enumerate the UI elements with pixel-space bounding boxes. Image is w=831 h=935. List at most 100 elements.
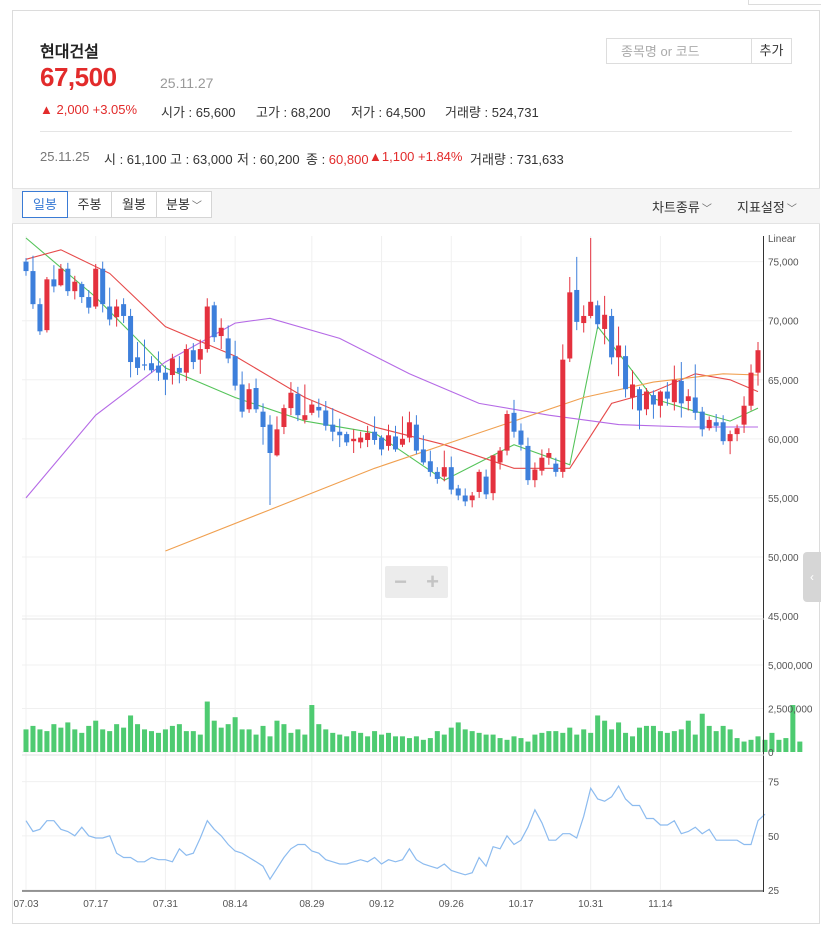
volume-bar: [483, 734, 489, 752]
candle-body: [483, 476, 489, 495]
volume-bar: [595, 715, 601, 752]
volume-bar: [685, 720, 691, 752]
volume-bar: [720, 725, 726, 752]
candle-body: [476, 471, 482, 492]
candle-body: [260, 411, 266, 427]
candle-body: [532, 469, 538, 481]
candle-body: [413, 424, 419, 451]
volume-tick-label: 2,500,000: [768, 705, 813, 716]
candle-body: [302, 415, 308, 420]
candle-body: [588, 301, 594, 316]
candle-body: [162, 372, 168, 380]
candle-body: [218, 327, 224, 337]
candle-body: [616, 345, 622, 358]
volume-bar: [748, 739, 754, 752]
volume-bar: [260, 725, 266, 752]
volume-bar: [323, 729, 329, 752]
volume-bar: [609, 729, 615, 752]
volume-bar: [204, 701, 210, 752]
volume-bar: [581, 729, 587, 752]
candle-body: [239, 384, 245, 412]
panel-toggle-button[interactable]: ‹: [803, 552, 821, 602]
volume-bar: [253, 734, 259, 752]
x-tick-label: 08.14: [223, 899, 248, 910]
candle-body: [546, 452, 552, 458]
volume-bar: [37, 729, 43, 752]
candle-body: [692, 397, 698, 413]
x-tick-label: 09.12: [369, 899, 394, 910]
candle-body: [323, 410, 329, 426]
volume-bar: [135, 724, 141, 752]
volume-bar: [183, 731, 189, 752]
volume-bar: [51, 724, 57, 752]
candle-body: [699, 411, 705, 430]
volume-bar: [650, 725, 656, 752]
volume-bar: [497, 738, 503, 752]
candle-body: [685, 396, 691, 402]
candle-body: [65, 268, 71, 292]
tab-daily[interactable]: 일봉: [22, 191, 68, 218]
candle-body: [525, 445, 531, 481]
volume-bar: [413, 736, 419, 752]
candle-body: [114, 306, 120, 318]
candle-body: [135, 357, 141, 368]
volume-bar: [434, 731, 440, 752]
volume-bar: [142, 729, 148, 752]
candle-body: [420, 449, 426, 463]
zoom-out-button[interactable]: −: [385, 566, 416, 598]
volume-bar: [427, 738, 433, 752]
volume-bars: [23, 701, 803, 752]
volume-bar: [511, 736, 517, 752]
candle-body: [664, 391, 670, 399]
volume-bar: [504, 739, 510, 752]
volume-bar: [560, 732, 566, 752]
volume-bar: [490, 734, 496, 752]
volume-bar: [783, 738, 789, 752]
volume-bar: [657, 731, 663, 752]
volume-bar: [616, 722, 622, 752]
volume-tick-label: 5,000,000: [768, 661, 813, 672]
volume-bar: [176, 724, 182, 752]
candle-body: [337, 431, 343, 436]
volume-bar: [678, 729, 684, 752]
candle-body: [539, 457, 545, 471]
volume-bar: [420, 739, 426, 752]
volume-bar: [162, 729, 168, 752]
candle-body: [386, 435, 392, 446]
candle-body: [316, 406, 322, 411]
volume-bar: [358, 732, 364, 752]
candle-body: [713, 422, 719, 426]
x-tick-label: 08.29: [299, 899, 324, 910]
y-tick-label: 45,000: [768, 612, 799, 623]
volume-bar: [539, 732, 545, 752]
chart-grid: [22, 236, 764, 891]
volume-bar: [546, 731, 552, 752]
volume-bar: [755, 736, 761, 752]
candle-body: [100, 268, 106, 305]
candle-body: [441, 467, 447, 477]
volume-bar: [169, 725, 175, 752]
volume-bar: [190, 731, 196, 752]
x-tick-label: 07.31: [153, 899, 178, 910]
volume-bar: [72, 729, 78, 752]
candle-body: [79, 284, 85, 298]
volume-bar: [44, 731, 50, 752]
volume-bar: [713, 731, 719, 752]
volume-bar: [107, 731, 113, 752]
candle-body: [504, 414, 510, 451]
volume-bar: [211, 720, 217, 752]
candle-body: [246, 389, 252, 410]
candle-body: [448, 467, 454, 490]
x-tick-label: 09.26: [439, 899, 464, 910]
zoom-in-button[interactable]: +: [417, 566, 448, 598]
volume-bar: [574, 734, 580, 752]
volume-bar: [30, 725, 36, 752]
rsi-tick-label: 50: [768, 832, 780, 843]
volume-bar: [23, 729, 29, 752]
candle-body: [490, 455, 496, 494]
stock-chart[interactable]: 75,000 70,000 65,000 60,000 55,000 50,000 45,0…: [0, 0, 831, 935]
candle-body: [553, 463, 559, 472]
volume-bar: [455, 722, 461, 752]
candle-body: [518, 430, 524, 445]
volume-bar: [197, 734, 203, 752]
